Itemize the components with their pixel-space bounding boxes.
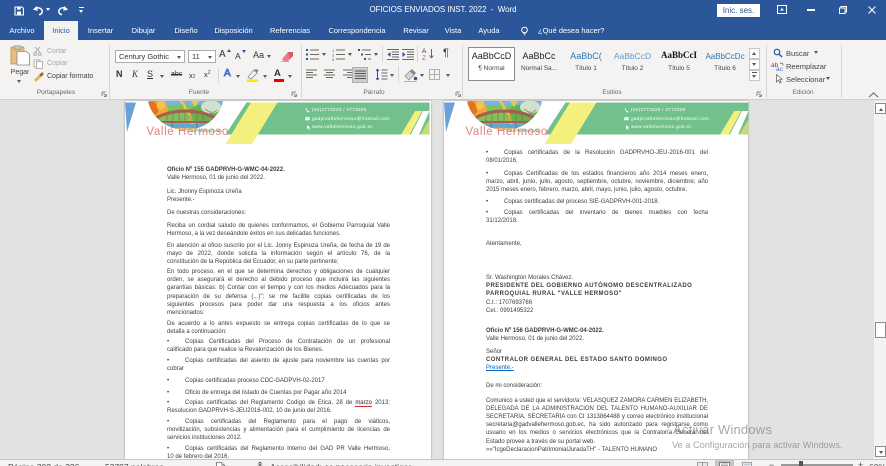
svg-text:A: A (422, 48, 427, 55)
svg-text:ac: ac (776, 66, 784, 71)
svg-text:Z: Z (422, 55, 426, 61)
svg-text:3: 3 (332, 57, 335, 61)
